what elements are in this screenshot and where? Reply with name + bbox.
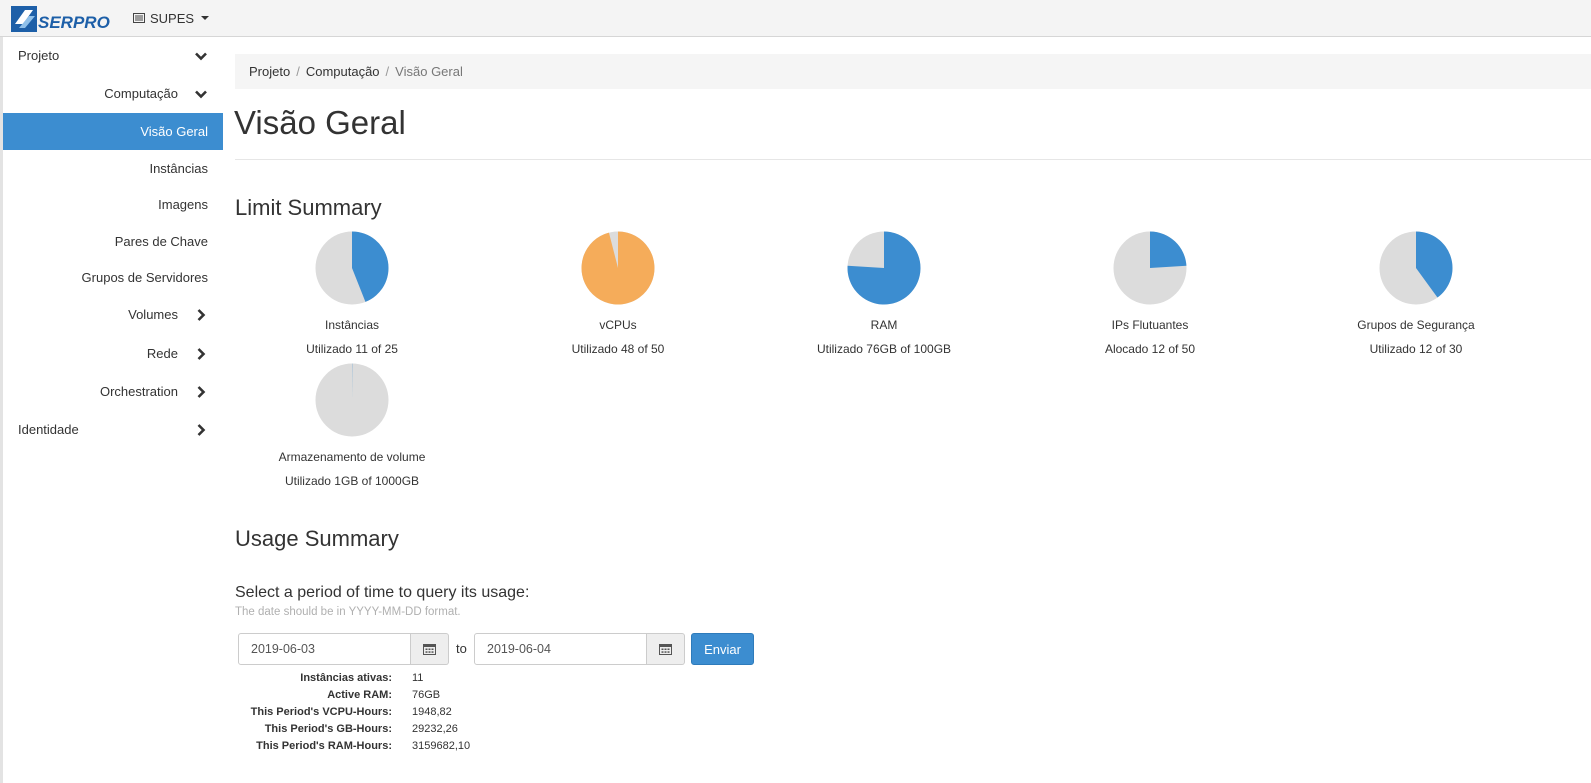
limit-ram: RAM Utilizado 76GB of 100GB bbox=[754, 231, 1014, 356]
chevron-right-icon bbox=[197, 386, 206, 398]
stat-label: This Period's GB-Hours: bbox=[264, 722, 392, 735]
sidebar-item-label: Pares de Chave bbox=[114, 234, 208, 249]
sidebar-item-label: Grupos de Servidores bbox=[81, 270, 208, 285]
sidebar: Projeto Computação Visão Geral Instância… bbox=[0, 37, 223, 783]
pie-chart-armazenamento-de-volume bbox=[315, 363, 389, 437]
stat-value: 1948,82 bbox=[412, 705, 452, 718]
stat-row: This Period's GB-Hours: 29232,26 bbox=[235, 720, 470, 737]
limit-vcpus: vCPUs Utilizado 48 of 50 bbox=[488, 231, 748, 356]
serpro-logo[interactable]: SERPRO bbox=[11, 4, 111, 34]
limit-name: Instâncias bbox=[324, 318, 380, 332]
usage-stats: Instâncias ativas: 11 Active RAM: 76GB Thi… bbox=[235, 670, 470, 754]
breadcrumb-projeto[interactable]: Projeto bbox=[249, 64, 290, 79]
sidebar-item-label: Identidade bbox=[18, 422, 79, 437]
limit-usage: Utilizado 11 of 25 bbox=[306, 342, 398, 356]
stat-value: 3159682,10 bbox=[412, 739, 471, 752]
limit-summary-title: Limit Summary bbox=[235, 195, 382, 220]
to-label: to bbox=[456, 641, 467, 656]
sidebar-item-label: Computação bbox=[104, 86, 178, 101]
breadcrumb: Projeto / Computação / Visão Geral bbox=[235, 54, 1591, 89]
stat-row: This Period's VCPU-Hours: 1948,82 bbox=[235, 704, 470, 721]
pie-chart-instancias bbox=[315, 231, 389, 305]
stat-label: Active RAM: bbox=[327, 689, 392, 702]
limit-usage: Utilizado 48 of 50 bbox=[571, 342, 665, 356]
limit-name: Armazenamento de volume bbox=[278, 450, 426, 464]
start-date-calendar-button[interactable] bbox=[411, 633, 449, 665]
limit-armazenamento-de-volume: Armazenamento de volume Utilizado 1GB of… bbox=[222, 363, 482, 488]
sidebar-item-label: Rede bbox=[146, 346, 178, 361]
stat-label: Instâncias ativas: bbox=[300, 672, 392, 685]
end-date-input[interactable] bbox=[474, 633, 647, 665]
chevron-down-icon bbox=[195, 90, 207, 99]
stat-row: Active RAM: 76GB bbox=[235, 687, 470, 704]
sidebar-item-grupos-de-servidores[interactable]: Grupos de Servidores bbox=[3, 259, 223, 296]
page-title: Visão Geral bbox=[234, 104, 406, 141]
sidebar-item-instancias[interactable]: Instâncias bbox=[3, 150, 223, 187]
limit-usage: Utilizado 12 of 30 bbox=[1369, 342, 1463, 356]
stat-value: 29232,26 bbox=[412, 722, 458, 735]
sidebar-item-orchestration[interactable]: Orchestration bbox=[3, 373, 223, 410]
pie-chart-ips-flutuantes bbox=[1113, 231, 1187, 305]
start-date-input[interactable] bbox=[238, 633, 411, 665]
calendar-icon bbox=[423, 644, 436, 655]
sidebar-item-label: Instâncias bbox=[149, 161, 208, 176]
chevron-right-icon bbox=[197, 424, 206, 436]
limit-instancias: Instâncias Utilizado 11 of 25 bbox=[222, 231, 482, 356]
stat-value: 11 bbox=[412, 672, 424, 685]
end-date-calendar-button[interactable] bbox=[647, 633, 685, 665]
pie-chart-grupos-de-seguranca bbox=[1379, 231, 1453, 305]
limit-usage: Utilizado 76GB of 100GB bbox=[816, 342, 952, 356]
sidebar-item-pares-de-chave[interactable]: Pares de Chave bbox=[3, 223, 223, 260]
limit-grupos-de-seguranca: Grupos de Segurança Utilizado 12 of 30 bbox=[1286, 231, 1546, 356]
project-name: SUPES bbox=[150, 10, 195, 26]
breadcrumb-computacao[interactable]: Computação bbox=[306, 64, 380, 79]
limit-usage: Utilizado 1GB of 1000GB bbox=[284, 474, 420, 488]
pie-chart-ram bbox=[847, 231, 921, 305]
stat-value: 76GB bbox=[412, 689, 441, 702]
stat-row: This Period's RAM-Hours: 3159682,10 bbox=[235, 737, 470, 754]
stat-row: Instâncias ativas: 11 bbox=[235, 670, 470, 687]
sidebar-item-imagens[interactable]: Imagens bbox=[3, 186, 223, 223]
breadcrumb-separator: / bbox=[385, 64, 390, 79]
chevron-right-icon bbox=[197, 309, 206, 321]
top-navbar: SERPRO SUPES bbox=[0, 0, 1591, 37]
pie-used-slice bbox=[581, 231, 655, 305]
sidebar-item-rede[interactable]: Rede bbox=[3, 335, 223, 372]
sidebar-item-label: Projeto bbox=[18, 48, 60, 63]
sidebar-item-computacao[interactable]: Computação bbox=[3, 75, 223, 112]
limit-name: IPs Flutuantes bbox=[1111, 318, 1189, 332]
sidebar-item-label: Imagens bbox=[158, 197, 208, 212]
sidebar-item-volumes[interactable]: Volumes bbox=[3, 296, 223, 333]
pie-used-slice bbox=[1150, 231, 1187, 268]
breadcrumb-separator: / bbox=[296, 64, 300, 79]
stat-label: This Period's RAM-Hours: bbox=[256, 739, 392, 752]
breadcrumb-current: Visão Geral bbox=[395, 64, 463, 79]
limit-ips-flutuantes: IPs Flutuantes Alocado 12 of 50 bbox=[1020, 231, 1280, 356]
limit-name: vCPUs bbox=[599, 318, 637, 332]
sidebar-item-label: Orchestration bbox=[99, 384, 178, 399]
sidebar-item-label: Visão Geral bbox=[140, 124, 208, 139]
usage-summary-title: Usage Summary bbox=[235, 526, 399, 551]
divider bbox=[235, 159, 1591, 160]
stat-label: This Period's VCPU-Hours: bbox=[250, 705, 392, 718]
calendar-icon bbox=[659, 644, 672, 655]
sidebar-item-identidade[interactable]: Identidade bbox=[3, 411, 223, 448]
limit-usage: Alocado 12 of 50 bbox=[1104, 342, 1196, 356]
sidebar-item-projeto[interactable]: Projeto bbox=[3, 37, 223, 74]
project-switcher[interactable]: SUPES bbox=[133, 9, 210, 27]
pie-chart-vcpus bbox=[581, 231, 655, 305]
limit-name: RAM bbox=[870, 318, 898, 332]
list-icon bbox=[133, 13, 145, 23]
sidebar-item-label: Volumes bbox=[128, 307, 178, 322]
logo-text: SERPRO bbox=[38, 13, 110, 32]
limit-name: Grupos de Segurança bbox=[1357, 318, 1475, 332]
query-label: Select a period of time to query its usa… bbox=[235, 584, 530, 601]
sidebar-item-visao-geral[interactable]: Visão Geral bbox=[3, 113, 223, 150]
chevron-right-icon bbox=[197, 348, 206, 360]
chevron-down-icon bbox=[195, 52, 207, 61]
submit-button[interactable]: Enviar bbox=[691, 633, 754, 665]
caret-down-icon bbox=[201, 16, 210, 20]
date-format-hint: The date should be in YYYY-MM-DD format. bbox=[235, 606, 461, 618]
